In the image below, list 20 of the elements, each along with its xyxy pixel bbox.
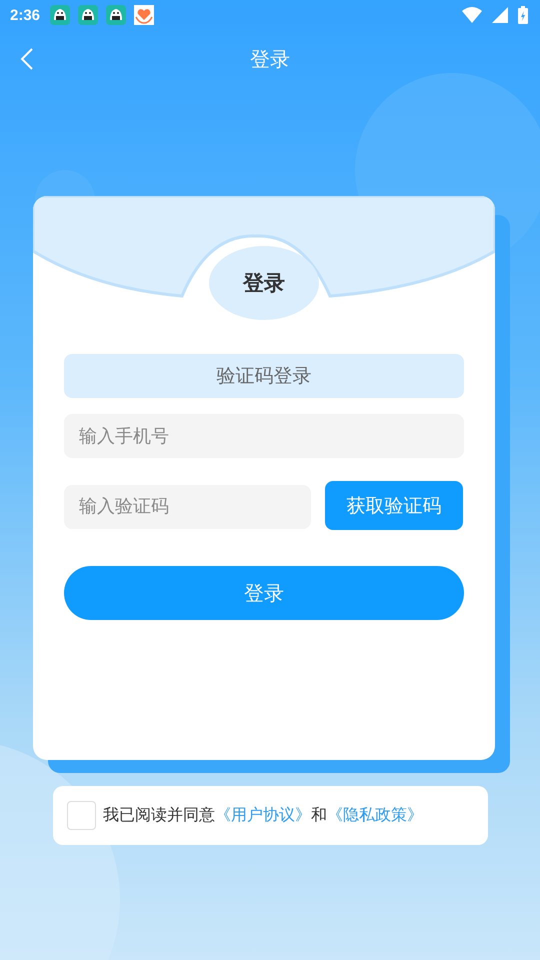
status-time: 2:36 bbox=[10, 6, 40, 24]
user-agreement-link[interactable]: 《用户协议》 bbox=[215, 805, 311, 824]
privacy-policy-link[interactable]: 《隐私政策》 bbox=[327, 805, 423, 824]
code-field[interactable]: 输入验证码 bbox=[64, 484, 311, 528]
robot-icon bbox=[106, 5, 126, 25]
phone-field[interactable]: 输入手机号 bbox=[64, 414, 464, 458]
robot-icon bbox=[78, 5, 98, 25]
battery-icon bbox=[518, 6, 528, 24]
wifi-icon bbox=[462, 7, 482, 23]
page-title: 登录 bbox=[250, 46, 290, 72]
agreement-checkbox[interactable] bbox=[67, 801, 96, 830]
get-code-button[interactable]: 获取验证码 bbox=[325, 481, 463, 530]
robot-icon bbox=[50, 5, 70, 25]
agreement-text: 我已阅读并同意《用户协议》和《隐私政策》 bbox=[103, 805, 423, 826]
login-button[interactable]: 登录 bbox=[64, 566, 464, 620]
card-title: 登录 bbox=[209, 246, 319, 320]
heart-hands-icon bbox=[134, 5, 154, 25]
login-mode-tab[interactable]: 验证码登录 bbox=[64, 354, 464, 398]
back-icon[interactable] bbox=[20, 47, 34, 71]
signal-icon bbox=[492, 7, 508, 23]
